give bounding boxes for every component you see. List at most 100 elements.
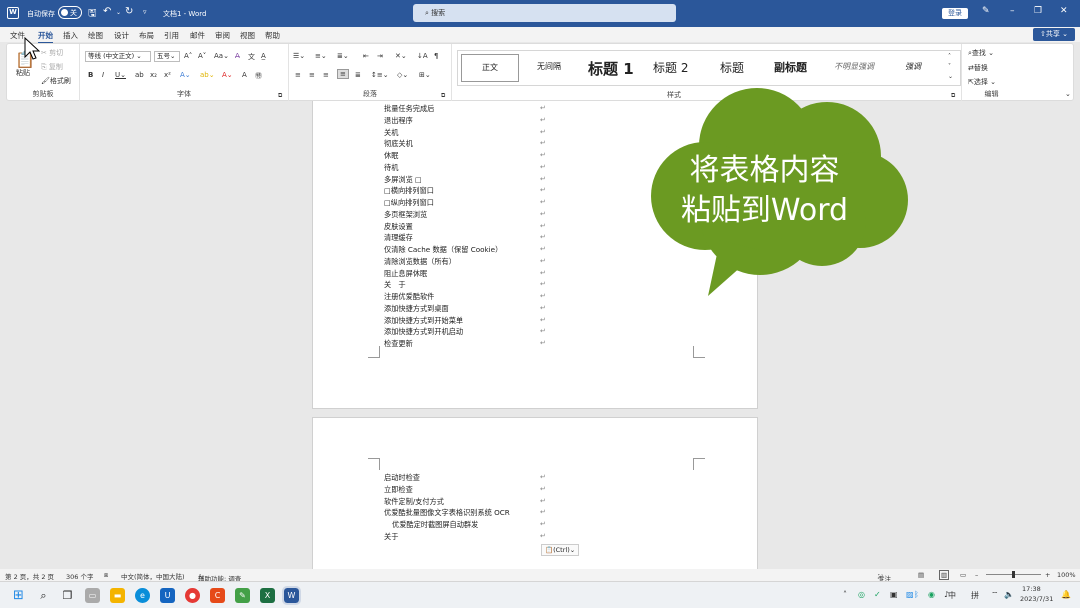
- tray-app-icon[interactable]: ▨: [906, 590, 914, 599]
- doc-line[interactable]: 软件定制/支付方式: [384, 497, 444, 507]
- italic-icon[interactable]: I: [102, 71, 104, 79]
- line-spacing-icon[interactable]: ↕≡⌄: [371, 71, 389, 79]
- decrease-indent-icon[interactable]: ⇤: [363, 52, 369, 60]
- edge-icon[interactable]: e: [135, 588, 150, 603]
- doc-line[interactable]: 批量任务完成后: [384, 104, 434, 114]
- notification-icon[interactable]: 🔔: [1061, 590, 1071, 599]
- doc-line[interactable]: 清理缓存: [384, 233, 413, 243]
- subscript-icon[interactable]: x₂: [150, 71, 157, 79]
- shrink-font-icon[interactable]: A˅: [198, 52, 206, 60]
- volume-icon[interactable]: 🔈: [1004, 590, 1014, 599]
- underline-icon[interactable]: U⌄: [115, 71, 126, 79]
- tab-design[interactable]: 设计: [114, 30, 129, 41]
- clock-time[interactable]: 17:38: [1022, 585, 1041, 593]
- align-left-icon[interactable]: ≡: [295, 71, 301, 79]
- app-icon[interactable]: ▭: [85, 588, 100, 603]
- numbering-icon[interactable]: ≡⌄: [315, 52, 327, 60]
- justify-icon[interactable]: ≡: [337, 69, 349, 79]
- tray-app-icon[interactable]: ◎: [858, 590, 865, 599]
- font-name-select[interactable]: 等线 (中文正文) ⌄: [85, 51, 151, 62]
- doc-line[interactable]: 添加快捷方式到开始菜单: [384, 316, 463, 326]
- font-dialog-launcher-icon[interactable]: ⧉: [278, 92, 282, 100]
- autosave-toggle[interactable]: 关: [58, 6, 82, 19]
- tab-help[interactable]: 帮助: [265, 30, 280, 41]
- tab-file[interactable]: 文件: [10, 30, 25, 41]
- shading-icon[interactable]: ◇⌄: [397, 71, 408, 79]
- styles-dialog-launcher-icon[interactable]: ⧉: [951, 92, 955, 100]
- styles-more-icon[interactable]: ⌄: [948, 73, 953, 80]
- tray-app-icon[interactable]: ▣: [890, 590, 898, 599]
- windows-start-icon[interactable]: ⊞: [11, 588, 26, 603]
- character-border-icon[interactable]: A̲: [261, 52, 266, 60]
- cut-button[interactable]: ✂ 剪切: [41, 48, 63, 58]
- task-view-icon[interactable]: ❐: [60, 588, 75, 603]
- app-u-icon[interactable]: U: [160, 588, 175, 603]
- style-normal[interactable]: 正文: [461, 54, 519, 82]
- undo-dropdown-icon[interactable]: ⌄: [116, 9, 121, 16]
- ime-language[interactable]: 中: [948, 590, 956, 601]
- tray-chevron-icon[interactable]: ˄: [843, 590, 847, 599]
- minimize-icon[interactable]: –: [1010, 6, 1015, 16]
- doc-line[interactable]: 清除浏览数据（所有）: [384, 257, 456, 267]
- chinese-layout-icon[interactable]: ✕⌄: [395, 52, 407, 60]
- web-layout-icon[interactable]: ▭: [960, 571, 966, 579]
- font-size-select[interactable]: 五号⌄: [154, 51, 180, 62]
- doc-line[interactable]: □纵向排列窗口: [384, 198, 434, 208]
- borders-icon[interactable]: ⊞⌄: [419, 71, 431, 79]
- word-count[interactable]: 306 个字: [66, 571, 93, 581]
- doc-line[interactable]: □横向排列窗口: [384, 186, 434, 196]
- pen-icon[interactable]: ✎: [982, 6, 990, 16]
- app-c-icon[interactable]: C: [210, 588, 225, 603]
- page-count[interactable]: 第 2 页，共 2 页: [5, 571, 54, 581]
- show-marks-icon[interactable]: ¶: [434, 52, 438, 60]
- highlight-icon[interactable]: ab⌄: [200, 71, 215, 79]
- zoom-out-icon[interactable]: –: [975, 571, 978, 579]
- zoom-in-icon[interactable]: +: [1045, 571, 1050, 579]
- format-painter-button[interactable]: 🖌格式刷: [41, 76, 71, 86]
- word-taskbar-icon[interactable]: W: [282, 586, 301, 605]
- tab-insert[interactable]: 插入: [63, 30, 78, 41]
- doc-line[interactable]: 优爱酷定时截图屏自动群发: [392, 520, 478, 530]
- doc-line[interactable]: 添加快捷方式到桌面: [384, 304, 449, 314]
- increase-indent-icon[interactable]: ⇥: [377, 52, 383, 60]
- doc-line[interactable]: 立即检查: [384, 485, 413, 495]
- doc-line[interactable]: 注册优爱酷软件: [384, 292, 434, 302]
- share-button[interactable]: ⇧共享 ⌄: [1033, 28, 1075, 41]
- zoom-slider-thumb[interactable]: [1012, 571, 1015, 578]
- replace-button[interactable]: ⇄替换: [968, 63, 988, 73]
- bullets-icon[interactable]: ☰⌄: [293, 52, 305, 60]
- font-color-icon[interactable]: A⌄: [222, 71, 233, 79]
- doc-line[interactable]: 多屏浏览 □: [384, 175, 422, 185]
- align-right-icon[interactable]: ≡: [323, 71, 329, 79]
- login-button[interactable]: 登录: [942, 8, 968, 19]
- doc-line[interactable]: 阻止息屏休眠: [384, 269, 427, 279]
- change-case-icon[interactable]: Aa⌄: [214, 52, 229, 60]
- grow-font-icon[interactable]: A˄: [184, 52, 192, 60]
- chrome-icon[interactable]: ●: [185, 588, 200, 603]
- style-subtle-emphasis[interactable]: 不明显强调: [834, 61, 874, 72]
- tab-references[interactable]: 引用: [164, 30, 179, 41]
- style-emphasis[interactable]: 强调: [905, 61, 921, 72]
- page-2[interactable]: 📋(Ctrl)⌄ 启动时检查 ↵ 立即检查 ↵ 软件定制/支付方式 ↵ 优爱酷批量图像文字表…: [312, 417, 758, 569]
- clear-format-icon[interactable]: A̶: [235, 52, 240, 60]
- wifi-icon[interactable]: ⌔: [991, 590, 999, 600]
- search-box[interactable]: ⌕ 搜索: [413, 4, 676, 22]
- read-mode-icon[interactable]: ▤: [918, 571, 924, 579]
- doc-line[interactable]: 退出程序: [384, 116, 413, 126]
- file-explorer-icon[interactable]: ▬: [110, 588, 125, 603]
- doc-line[interactable]: 关 于: [384, 280, 406, 290]
- proofing-icon[interactable]: ⧈: [104, 571, 108, 580]
- style-no-spacing[interactable]: 无间隔: [537, 61, 561, 72]
- style-heading1[interactable]: 标题 1: [588, 58, 634, 79]
- doc-line[interactable]: 关机: [384, 128, 398, 138]
- excel-icon[interactable]: X: [260, 588, 275, 603]
- doc-line[interactable]: 彻底关机: [384, 139, 413, 149]
- doc-line[interactable]: 优爱酷批量图像文字表格识别系统 OCR: [384, 508, 510, 518]
- tab-review[interactable]: 审阅: [215, 30, 230, 41]
- align-center-icon[interactable]: ≡: [309, 71, 315, 79]
- style-heading2[interactable]: 标题 2: [653, 59, 688, 76]
- doc-line[interactable]: 检查更新: [384, 339, 413, 349]
- copy-button[interactable]: ⎘ 复制: [41, 62, 63, 72]
- paste-options-button[interactable]: 📋(Ctrl)⌄: [541, 544, 580, 556]
- doc-line[interactable]: 休眠: [384, 151, 398, 161]
